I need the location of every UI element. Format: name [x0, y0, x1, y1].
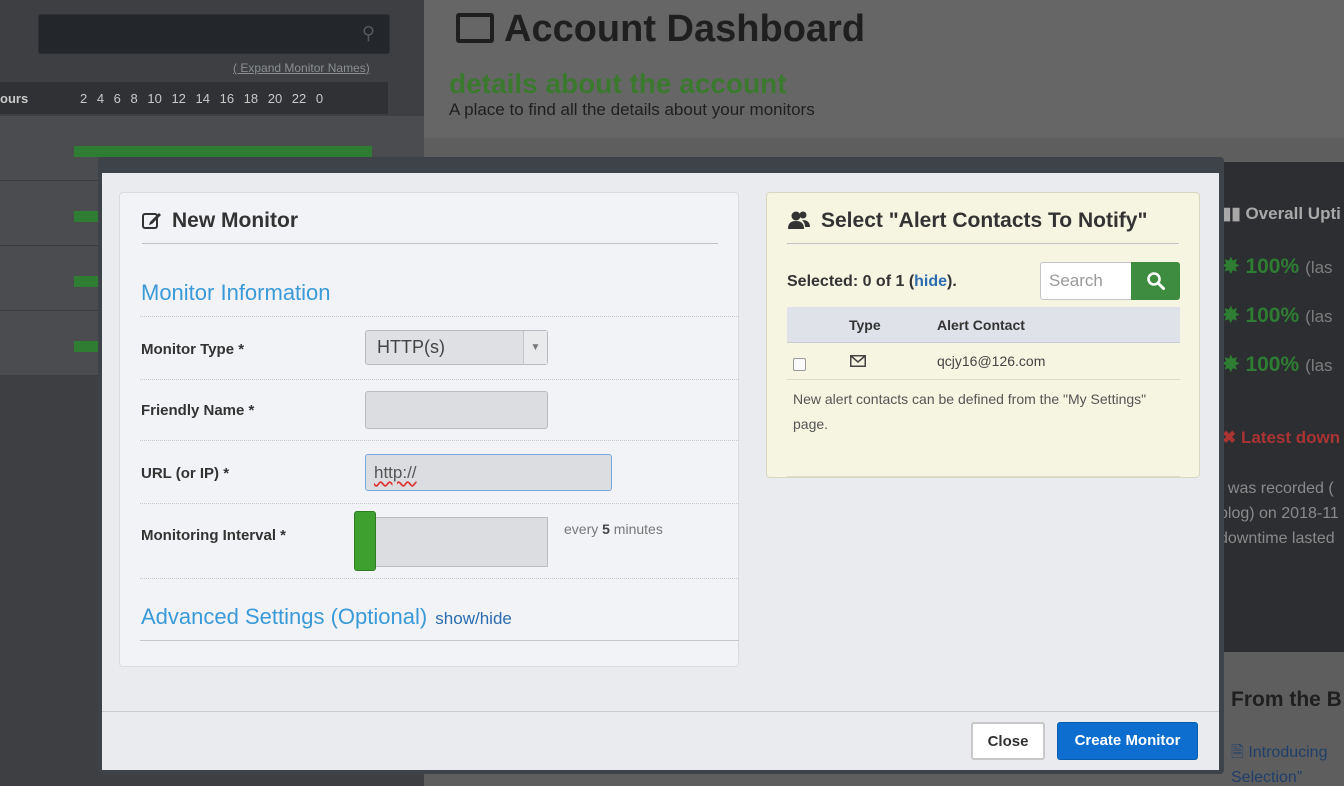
- uptime-period: (las: [1305, 356, 1333, 375]
- form-divider: [140, 578, 739, 579]
- expand-monitor-names[interactable]: ( Expand Monitor Names): [233, 61, 370, 75]
- monitor-information-title: Monitor Information: [141, 280, 331, 305]
- alert-contacts-panel: Select "Alert Contacts To Notify" Select…: [766, 192, 1200, 478]
- interval-readout: every 5 minutes: [564, 521, 663, 537]
- monitor-type-select[interactable]: HTTP(s) ▼: [365, 330, 548, 365]
- new-monitor-modal: New Monitor Monitor Information Monitor …: [98, 157, 1224, 774]
- contacts-table-header: Type Alert Contact: [787, 307, 1180, 343]
- uptime-period: (las: [1305, 307, 1333, 326]
- panel-divider: [787, 476, 1180, 477]
- selected-count-text: Selected: 0 of 1 (: [787, 273, 915, 290]
- overall-uptime-label: Overall Upti: [1245, 204, 1341, 223]
- latest-downtime-label: Latest down: [1240, 428, 1341, 447]
- uptime-stat: ✸ 100% (las: [1222, 255, 1333, 278]
- advanced-settings-toggle-link[interactable]: show/hide: [435, 609, 512, 628]
- contacts-search-input[interactable]: Search: [1040, 262, 1132, 300]
- contact-email: qcjy16@126.com: [937, 353, 1046, 369]
- alert-contacts-note: New alert contacts can be defined from t…: [793, 391, 1147, 432]
- new-monitor-panel: New Monitor Monitor Information Monitor …: [119, 192, 739, 667]
- blog-post-link[interactable]: 🗎 Introducing Selection”: [1231, 740, 1327, 786]
- page-title-text: Account Dashboard: [504, 8, 866, 50]
- advanced-settings-title: Advanced Settings (Optional) show/hide: [141, 604, 512, 630]
- url-input[interactable]: http://: [365, 454, 612, 491]
- downtime-text: downtime lasted: [1219, 530, 1335, 547]
- page-title: Account Dashboard: [456, 8, 865, 51]
- url-label: URL (or IP) *: [141, 465, 230, 482]
- alert-contacts-heading: Select "Alert Contacts To Notify": [787, 207, 1179, 244]
- modal-body: New Monitor Monitor Information Monitor …: [102, 173, 1219, 711]
- contacts-search-button[interactable]: [1131, 262, 1180, 300]
- uptime-value: 100%: [1245, 255, 1300, 278]
- monitor-search-input[interactable]: ⚲: [38, 14, 390, 54]
- monitoring-interval-label: Monitoring Interval *: [141, 527, 287, 544]
- contact-checkbox[interactable]: [793, 358, 806, 371]
- advanced-settings-label: Advanced Settings (Optional): [141, 604, 428, 629]
- page-description: A place to find all the details about yo…: [449, 100, 815, 119]
- close-button[interactable]: Close: [971, 722, 1045, 760]
- downtime-text: blog) on 2018-11: [1219, 505, 1339, 522]
- friendly-name-input[interactable]: [365, 391, 548, 429]
- column-type: Type: [849, 317, 881, 333]
- blog-post-line2[interactable]: Selection”: [1231, 769, 1302, 786]
- latest-downtime-title: ✖ Latest down: [1222, 428, 1341, 447]
- edit-icon: [142, 213, 161, 229]
- form-divider: [140, 316, 739, 317]
- new-monitor-heading: New Monitor: [142, 207, 718, 244]
- uptime-stat: ✸ 100% (las: [1222, 304, 1333, 327]
- blog-title: From the B: [1231, 688, 1342, 711]
- monitor-type-value: HTTP(s): [377, 337, 445, 357]
- expand-suffix: ): [365, 61, 370, 75]
- form-divider: [140, 640, 739, 641]
- hours-header: ours 2 4 6 8 10 12 14 16 18 20 22 0: [0, 82, 388, 114]
- table-row: qcjy16@126.com: [787, 343, 1180, 380]
- search-icon: [1147, 272, 1165, 290]
- monitor-type-label: Monitor Type *: [141, 341, 245, 358]
- uptime-period: (las: [1305, 258, 1333, 277]
- page-subtitle: details about the account: [449, 68, 787, 99]
- create-monitor-button[interactable]: Create Monitor: [1057, 722, 1198, 760]
- uptime-value: 100%: [1245, 304, 1300, 327]
- url-value: http://: [374, 463, 417, 482]
- chevron-down-icon: ▼: [523, 331, 547, 364]
- selected-count-suffix: ).: [947, 273, 957, 290]
- interval-slider-handle[interactable]: [354, 511, 376, 571]
- new-monitor-title: New Monitor: [172, 209, 298, 232]
- stats-panel: [1219, 162, 1344, 652]
- alert-contacts-title: Select "Alert Contacts To Notify": [821, 209, 1148, 232]
- selected-count: Selected: 0 of 1 (hide).: [787, 273, 957, 291]
- overall-uptime-title: ▮▮ Overall Upti: [1222, 204, 1341, 223]
- interval-suffix: minutes: [609, 521, 663, 537]
- hours-scale: 2 4 6 8 10 12 14 16 18 20 22 0: [80, 91, 324, 106]
- hide-selected-link[interactable]: hide: [914, 273, 947, 290]
- hours-label: ours: [0, 91, 29, 106]
- column-alert-contact: Alert Contact: [937, 317, 1025, 333]
- uptime-bar: [74, 146, 372, 157]
- interval-value: 5: [602, 521, 610, 537]
- search-icon: ⚲: [361, 23, 375, 43]
- downtime-text: t was recorded (: [1219, 480, 1334, 497]
- form-divider: [140, 440, 739, 441]
- interval-prefix: every: [564, 521, 603, 537]
- friendly-name-label: Friendly Name *: [141, 402, 255, 419]
- monitor-icon: [456, 13, 494, 43]
- mail-icon: [850, 355, 866, 367]
- uptime-stat: ✸ 100% (las: [1222, 353, 1333, 376]
- form-divider: [140, 379, 739, 380]
- blog-post-line1[interactable]: Introducing: [1248, 744, 1327, 761]
- users-icon: [788, 211, 810, 229]
- expand-monitor-names-link[interactable]: Expand Monitor Names: [240, 61, 365, 75]
- form-divider: [140, 503, 739, 504]
- uptime-value: 100%: [1245, 353, 1300, 376]
- modal-footer: Close Create Monitor: [102, 711, 1219, 770]
- interval-slider-track[interactable]: [374, 517, 548, 567]
